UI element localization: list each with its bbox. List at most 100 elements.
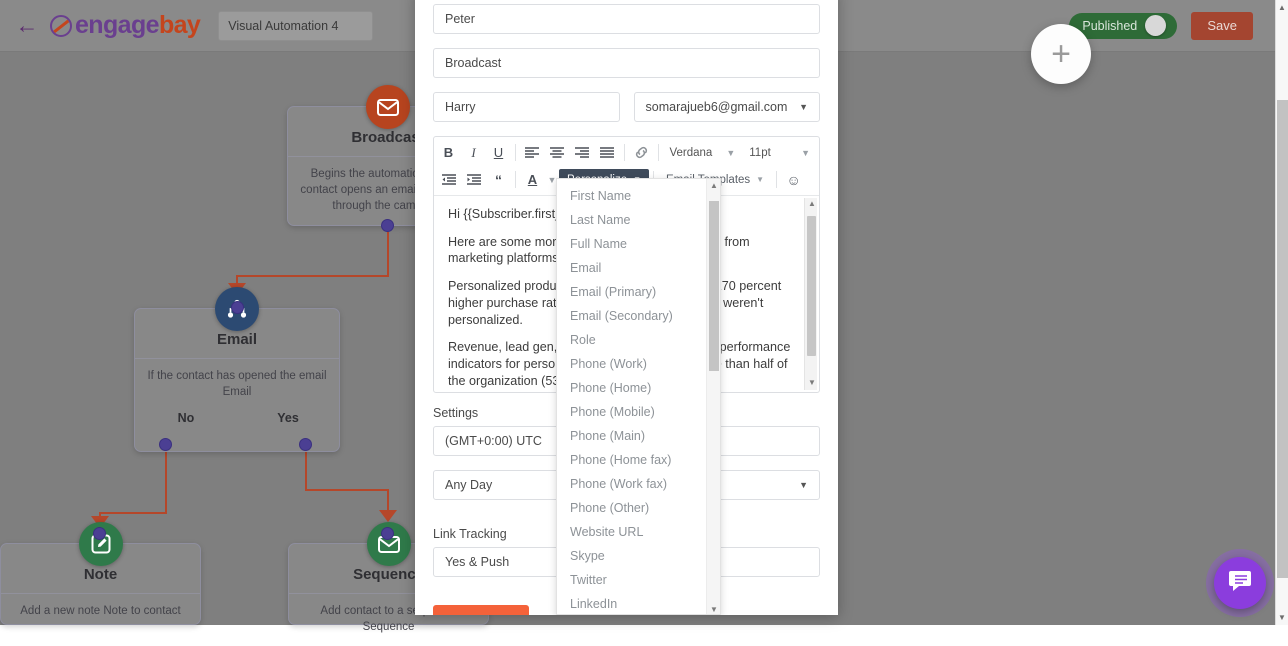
scroll-up-icon[interactable]: ▲ — [808, 199, 816, 210]
published-label: Published — [1082, 19, 1137, 33]
sender-name-input[interactable]: Peter — [433, 4, 820, 34]
branch-yes-dot[interactable] — [299, 438, 312, 451]
font-size-value: 11pt — [749, 147, 771, 159]
node-description: Add a new note Note to contact — [1, 594, 200, 630]
subject-input[interactable]: Broadcast — [433, 48, 820, 78]
day-value: Any Day — [445, 478, 492, 492]
logo-mark-icon — [50, 15, 72, 37]
emoji-icon[interactable]: ☺ — [781, 169, 806, 190]
automation-name-input[interactable]: Visual Automation 4 — [218, 11, 373, 41]
bold-button[interactable]: B — [436, 142, 461, 163]
connector-segment — [305, 452, 307, 490]
scroll-up-icon[interactable]: ▲ — [1278, 3, 1286, 12]
email-action-modal: Peter Broadcast Harry somarajueb6@gmail.… — [415, 0, 838, 615]
connector-segment — [100, 512, 167, 514]
topbar-actions: Published Save — [1069, 12, 1261, 40]
published-toggle[interactable]: Published — [1069, 13, 1177, 39]
toolbar-divider — [776, 171, 777, 188]
align-left-icon[interactable] — [520, 142, 545, 163]
personalize-option[interactable]: Phone (Home fax) — [557, 448, 720, 472]
font-size-select[interactable]: 11pt ▼ — [742, 142, 817, 163]
indent-icon[interactable] — [461, 169, 486, 190]
personalize-option[interactable]: Email — [557, 256, 720, 280]
personalize-scrollbar-thumb[interactable] — [709, 201, 719, 371]
personalize-option[interactable]: Phone (Mobile) — [557, 400, 720, 424]
add-action-button[interactable]: Add Action — [433, 605, 529, 615]
personalize-option[interactable]: Last Name — [557, 208, 720, 232]
toggle-knob[interactable] — [1145, 15, 1166, 36]
connector-segment — [305, 489, 389, 491]
from-name-input[interactable]: Harry — [433, 92, 620, 122]
node-output-dot[interactable] — [381, 219, 394, 232]
personalize-dropdown-list: First Name Last Name Full Name Email Ema… — [557, 179, 720, 615]
personalize-option[interactable]: Phone (Other) — [557, 496, 720, 520]
page-scrollbar[interactable]: ▲ ▼ — [1275, 0, 1288, 625]
node-email-condition[interactable]: Email If the contact has opened the emai… — [134, 308, 340, 452]
add-node-button[interactable]: + — [1031, 24, 1091, 84]
chevron-down-icon: ▼ — [801, 148, 810, 158]
node-input-dot[interactable] — [93, 527, 106, 540]
connector-segment — [236, 275, 389, 277]
link-tracking-value: Yes & Push — [445, 555, 509, 569]
engagebay-logo: engage bay — [50, 11, 200, 40]
editor-scrollbar[interactable]: ▲ ▼ — [804, 198, 817, 390]
personalize-option[interactable]: Twitter — [557, 568, 720, 592]
chevron-down-icon: ▼ — [756, 175, 764, 184]
personalize-option[interactable]: Email (Primary) — [557, 280, 720, 304]
scroll-down-icon[interactable]: ▼ — [710, 605, 718, 614]
page-scrollbar-thumb[interactable] — [1277, 100, 1288, 578]
back-arrow-icon[interactable]: ← — [14, 13, 40, 39]
connector-arrow-icon — [379, 510, 397, 522]
envelope-icon — [366, 85, 410, 129]
align-center-icon[interactable] — [545, 142, 570, 163]
chevron-down-icon: ▼ — [799, 102, 808, 112]
scroll-down-icon[interactable]: ▼ — [1278, 613, 1286, 622]
personalize-option[interactable]: Full Name — [557, 232, 720, 256]
connector-segment — [165, 452, 167, 514]
scroll-down-icon[interactable]: ▼ — [808, 378, 816, 389]
branch-label-yes[interactable]: Yes — [237, 411, 339, 431]
from-email-value: somarajueb6@gmail.com — [646, 100, 788, 114]
node-note[interactable]: Note Add a new note Note to contact — [0, 543, 201, 625]
toolbar-divider — [658, 144, 659, 161]
text-color-button[interactable]: A — [520, 169, 545, 190]
node-input-dot[interactable] — [381, 527, 394, 540]
align-right-icon[interactable] — [570, 142, 595, 163]
from-row: Harry somarajueb6@gmail.com ▼ — [433, 92, 820, 136]
font-family-select[interactable]: Verdana ▼ — [662, 142, 742, 163]
branch-no-dot[interactable] — [159, 438, 172, 451]
plus-icon: + — [1051, 37, 1071, 71]
font-family-value: Verdana — [669, 147, 712, 159]
blockquote-icon[interactable]: “ — [486, 169, 511, 190]
align-justify-icon[interactable] — [595, 142, 620, 163]
personalize-option[interactable]: Website URL — [557, 520, 720, 544]
italic-button[interactable]: I — [461, 142, 486, 163]
branch-label-no[interactable]: No — [135, 411, 237, 431]
underline-button[interactable]: U — [486, 142, 511, 163]
personalize-option[interactable]: Email (Secondary) — [557, 304, 720, 328]
personalize-option[interactable]: Role — [557, 328, 720, 352]
personalize-dropdown-scrollbar[interactable]: ▲ ▼ — [706, 179, 720, 615]
save-button[interactable]: Save — [1191, 12, 1253, 40]
logo-text-engage: engage — [75, 11, 159, 40]
node-input-dot[interactable] — [231, 301, 244, 314]
editor-scrollbar-thumb[interactable] — [807, 216, 816, 356]
chat-bubble-icon — [1227, 569, 1253, 598]
outdent-icon[interactable] — [436, 169, 461, 190]
chat-widget-button[interactable] — [1214, 557, 1266, 609]
personalize-option[interactable]: Phone (Work fax) — [557, 472, 720, 496]
toolbar-divider — [515, 171, 516, 188]
scroll-up-icon[interactable]: ▲ — [710, 181, 718, 190]
personalize-option[interactable]: First Name — [557, 184, 720, 208]
personalize-option[interactable]: Skype — [557, 544, 720, 568]
node-branches: No Yes — [135, 411, 339, 431]
personalize-option[interactable]: Phone (Work) — [557, 352, 720, 376]
node-description: If the contact has opened the email Emai… — [135, 359, 339, 411]
logo-text-bay: bay — [159, 11, 200, 40]
personalize-option[interactable]: Phone (Main) — [557, 424, 720, 448]
personalize-dropdown[interactable]: First Name Last Name Full Name Email Ema… — [556, 178, 721, 615]
link-icon[interactable] — [629, 142, 654, 163]
from-email-select[interactable]: somarajueb6@gmail.com ▼ — [634, 92, 821, 122]
personalize-option[interactable]: LinkedIn — [557, 592, 720, 615]
personalize-option[interactable]: Phone (Home) — [557, 376, 720, 400]
